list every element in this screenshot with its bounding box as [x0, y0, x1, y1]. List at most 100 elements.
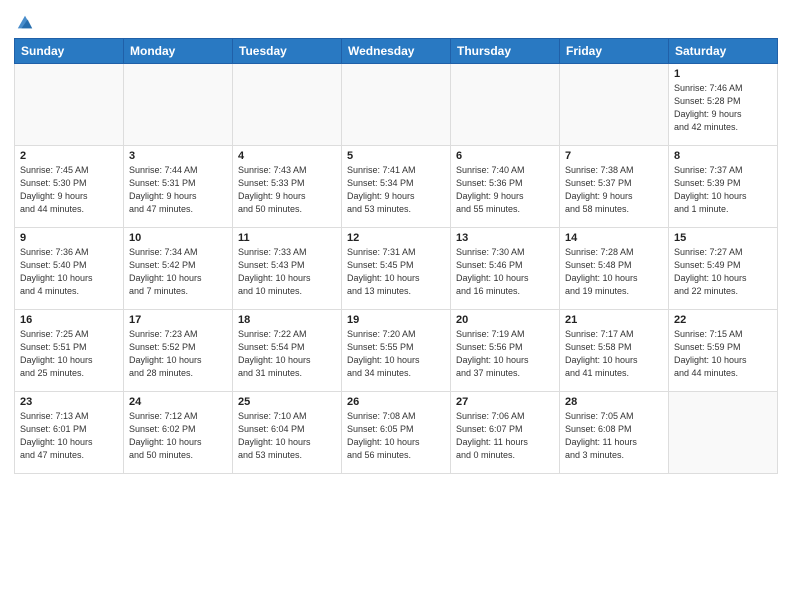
day-number: 23 — [20, 396, 118, 408]
day-cell: 8 Sunrise: 7:37 AM Sunset: 5:39 PM Daylig… — [669, 146, 778, 228]
week-row-5: 23 Sunrise: 7:13 AM Sunset: 6:01 PM Dayli… — [15, 392, 778, 474]
day-cell: 25 Sunrise: 7:10 AM Sunset: 6:04 PM Dayli… — [233, 392, 342, 474]
day-cell — [233, 64, 342, 146]
day-cell — [669, 392, 778, 474]
day-cell: 19 Sunrise: 7:20 AM Sunset: 5:55 PM Dayli… — [342, 310, 451, 392]
day-number: 22 — [674, 314, 772, 326]
day-cell — [124, 64, 233, 146]
day-cell: 3 Sunrise: 7:44 AM Sunset: 5:31 PM Daylig… — [124, 146, 233, 228]
day-cell: 9Sunrise: 7:36 AM Sunset: 5:40 PM Daylig… — [15, 228, 124, 310]
day-number: 19 — [347, 314, 445, 326]
day-cell: 5Sunrise: 7:41 AM Sunset: 5:34 PM Daylig… — [342, 146, 451, 228]
day-number: 4 — [238, 150, 336, 162]
header-cell-sunday: Sunday — [15, 39, 124, 64]
day-info: Sunrise: 7:22 AM Sunset: 5:54 PM Dayligh… — [238, 328, 336, 380]
header-cell-wednesday: Wednesday — [342, 39, 451, 64]
day-number: 24 — [129, 396, 227, 408]
day-info: Sunrise: 7:30 AM Sunset: 5:46 PM Dayligh… — [456, 246, 554, 298]
page: SundayMondayTuesdayWednesdayThursdayFrid… — [0, 0, 792, 612]
day-info: Sunrise: 7:45 AM Sunset: 5:30 PM Dayligh… — [20, 164, 118, 216]
day-number: 3 — [129, 150, 227, 162]
day-number: 17 — [129, 314, 227, 326]
day-cell: 21Sunrise: 7:17 AM Sunset: 5:58 PM Dayli… — [560, 310, 669, 392]
day-info: Sunrise: 7:15 AM Sunset: 5:59 PM Dayligh… — [674, 328, 772, 380]
header-cell-saturday: Saturday — [669, 39, 778, 64]
day-info: Sunrise: 7:19 AM Sunset: 5:56 PM Dayligh… — [456, 328, 554, 380]
day-info: Sunrise: 7:17 AM Sunset: 5:58 PM Dayligh… — [565, 328, 663, 380]
day-number: 12 — [347, 232, 445, 244]
day-cell: 16 Sunrise: 7:25 AM Sunset: 5:51 PM Dayli… — [15, 310, 124, 392]
header-cell-tuesday: Tuesday — [233, 39, 342, 64]
day-info: Sunrise: 7:08 AM Sunset: 6:05 PM Dayligh… — [347, 410, 445, 462]
day-cell: 18 Sunrise: 7:22 AM Sunset: 5:54 PM Dayli… — [233, 310, 342, 392]
day-cell: 23 Sunrise: 7:13 AM Sunset: 6:01 PM Dayli… — [15, 392, 124, 474]
day-info: Sunrise: 7:40 AM Sunset: 5:36 PM Dayligh… — [456, 164, 554, 216]
day-cell — [15, 64, 124, 146]
day-number: 8 — [674, 150, 772, 162]
calendar-body: 1 Sunrise: 7:46 AM Sunset: 5:28 PM Daylig… — [15, 64, 778, 474]
day-number: 1 — [674, 68, 772, 80]
day-cell: 17 Sunrise: 7:23 AM Sunset: 5:52 PM Dayli… — [124, 310, 233, 392]
header-cell-monday: Monday — [124, 39, 233, 64]
day-cell: 4 Sunrise: 7:43 AM Sunset: 5:33 PM Daylig… — [233, 146, 342, 228]
day-info: Sunrise: 7:37 AM Sunset: 5:39 PM Dayligh… — [674, 164, 772, 216]
week-row-2: 2 Sunrise: 7:45 AM Sunset: 5:30 PM Daylig… — [15, 146, 778, 228]
day-cell: 13 Sunrise: 7:30 AM Sunset: 5:46 PM Dayli… — [451, 228, 560, 310]
day-cell: 26 Sunrise: 7:08 AM Sunset: 6:05 PM Dayli… — [342, 392, 451, 474]
day-info: Sunrise: 7:28 AM Sunset: 5:48 PM Dayligh… — [565, 246, 663, 298]
day-number: 13 — [456, 232, 554, 244]
day-number: 14 — [565, 232, 663, 244]
day-number: 16 — [20, 314, 118, 326]
day-info: Sunrise: 7:44 AM Sunset: 5:31 PM Dayligh… — [129, 164, 227, 216]
day-number: 20 — [456, 314, 554, 326]
calendar-table: SundayMondayTuesdayWednesdayThursdayFrid… — [14, 38, 778, 474]
day-info: Sunrise: 7:25 AM Sunset: 5:51 PM Dayligh… — [20, 328, 118, 380]
day-number: 27 — [456, 396, 554, 408]
day-cell — [451, 64, 560, 146]
day-info: Sunrise: 7:05 AM Sunset: 6:08 PM Dayligh… — [565, 410, 663, 462]
day-info: Sunrise: 7:38 AM Sunset: 5:37 PM Dayligh… — [565, 164, 663, 216]
calendar-header: SundayMondayTuesdayWednesdayThursdayFrid… — [15, 39, 778, 64]
day-info: Sunrise: 7:46 AM Sunset: 5:28 PM Dayligh… — [674, 82, 772, 134]
week-row-3: 9Sunrise: 7:36 AM Sunset: 5:40 PM Daylig… — [15, 228, 778, 310]
day-number: 5 — [347, 150, 445, 162]
day-info: Sunrise: 7:31 AM Sunset: 5:45 PM Dayligh… — [347, 246, 445, 298]
day-info: Sunrise: 7:13 AM Sunset: 6:01 PM Dayligh… — [20, 410, 118, 462]
day-info: Sunrise: 7:33 AM Sunset: 5:43 PM Dayligh… — [238, 246, 336, 298]
day-info: Sunrise: 7:43 AM Sunset: 5:33 PM Dayligh… — [238, 164, 336, 216]
day-cell: 14 Sunrise: 7:28 AM Sunset: 5:48 PM Dayli… — [560, 228, 669, 310]
header-cell-thursday: Thursday — [451, 39, 560, 64]
day-info: Sunrise: 7:23 AM Sunset: 5:52 PM Dayligh… — [129, 328, 227, 380]
day-cell: 22 Sunrise: 7:15 AM Sunset: 5:59 PM Dayli… — [669, 310, 778, 392]
day-info: Sunrise: 7:12 AM Sunset: 6:02 PM Dayligh… — [129, 410, 227, 462]
logo — [14, 14, 34, 32]
day-cell: 6 Sunrise: 7:40 AM Sunset: 5:36 PM Daylig… — [451, 146, 560, 228]
logo-icon — [16, 14, 34, 32]
day-info: Sunrise: 7:34 AM Sunset: 5:42 PM Dayligh… — [129, 246, 227, 298]
day-info: Sunrise: 7:36 AM Sunset: 5:40 PM Dayligh… — [20, 246, 118, 298]
day-number: 28 — [565, 396, 663, 408]
day-cell: 15 Sunrise: 7:27 AM Sunset: 5:49 PM Dayli… — [669, 228, 778, 310]
day-number: 26 — [347, 396, 445, 408]
day-number: 6 — [456, 150, 554, 162]
day-info: Sunrise: 7:20 AM Sunset: 5:55 PM Dayligh… — [347, 328, 445, 380]
day-info: Sunrise: 7:10 AM Sunset: 6:04 PM Dayligh… — [238, 410, 336, 462]
day-cell: 7Sunrise: 7:38 AM Sunset: 5:37 PM Daylig… — [560, 146, 669, 228]
day-number: 2 — [20, 150, 118, 162]
day-cell: 12 Sunrise: 7:31 AM Sunset: 5:45 PM Dayli… — [342, 228, 451, 310]
day-info: Sunrise: 7:27 AM Sunset: 5:49 PM Dayligh… — [674, 246, 772, 298]
day-cell: 20 Sunrise: 7:19 AM Sunset: 5:56 PM Dayli… — [451, 310, 560, 392]
day-cell: 27Sunrise: 7:06 AM Sunset: 6:07 PM Dayli… — [451, 392, 560, 474]
week-row-4: 16 Sunrise: 7:25 AM Sunset: 5:51 PM Dayli… — [15, 310, 778, 392]
day-cell: 24 Sunrise: 7:12 AM Sunset: 6:02 PM Dayli… — [124, 392, 233, 474]
day-cell: 2 Sunrise: 7:45 AM Sunset: 5:30 PM Daylig… — [15, 146, 124, 228]
day-number: 18 — [238, 314, 336, 326]
day-number: 10 — [129, 232, 227, 244]
day-cell: 1 Sunrise: 7:46 AM Sunset: 5:28 PM Daylig… — [669, 64, 778, 146]
day-cell: 11Sunrise: 7:33 AM Sunset: 5:43 PM Dayli… — [233, 228, 342, 310]
day-cell — [342, 64, 451, 146]
week-row-1: 1 Sunrise: 7:46 AM Sunset: 5:28 PM Daylig… — [15, 64, 778, 146]
day-number: 25 — [238, 396, 336, 408]
day-number: 15 — [674, 232, 772, 244]
day-cell: 10 Sunrise: 7:34 AM Sunset: 5:42 PM Dayli… — [124, 228, 233, 310]
